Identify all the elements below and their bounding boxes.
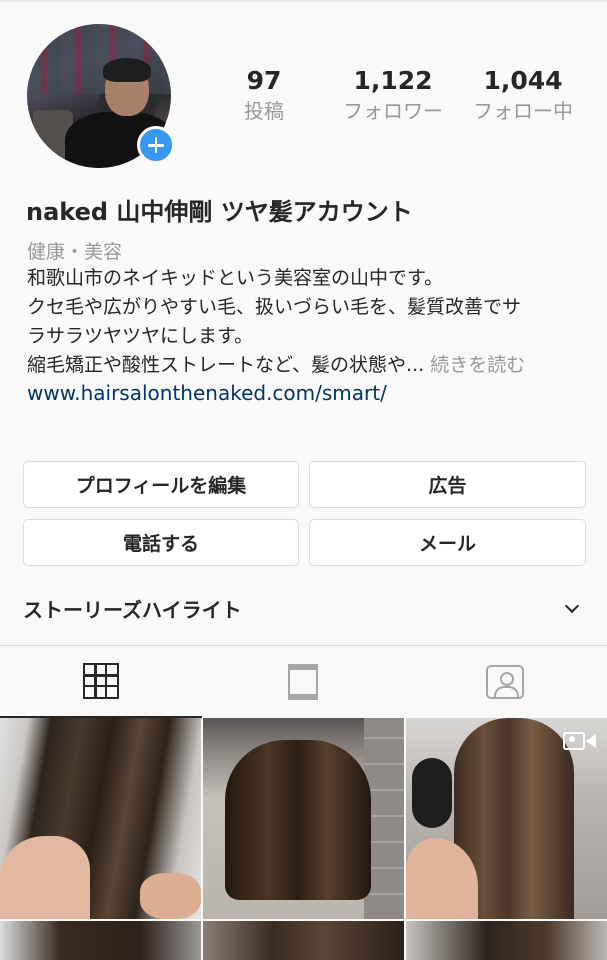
- bio-line-truncated: 縮毛矯正や酸性ストレートなど、髪の状態や... 続きを読む: [27, 351, 587, 380]
- stat-posts[interactable]: 97 投稿: [233, 66, 295, 125]
- tab-tagged[interactable]: [404, 646, 606, 718]
- photo-chair: [412, 758, 452, 828]
- avatar-person-hair: [103, 58, 151, 82]
- stat-following[interactable]: 1,044 フォロー中: [467, 66, 579, 125]
- photo-hand: [140, 873, 201, 919]
- story-highlights-label[interactable]: ストーリーズハイライト: [23, 594, 242, 623]
- post-thumbnail[interactable]: [0, 718, 201, 919]
- bio-line: ラサラツヤツヤにします。: [27, 325, 254, 347]
- followers-label: フォロワー: [343, 99, 443, 123]
- posts-count: 97: [246, 66, 282, 95]
- profile-category: 健康・美容: [27, 241, 123, 263]
- post-thumbnail[interactable]: [406, 921, 607, 960]
- post-thumbnail[interactable]: [203, 718, 404, 919]
- chevron-down-icon[interactable]: [564, 598, 580, 614]
- post-thumbnail[interactable]: [203, 921, 404, 960]
- followers-count: 1,122: [353, 66, 433, 95]
- add-story-plus-icon[interactable]: [137, 126, 175, 164]
- photo-hair: [225, 740, 371, 900]
- call-button[interactable]: 電話する: [23, 519, 299, 566]
- following-label: フォロー中: [473, 99, 573, 123]
- edit-profile-button[interactable]: プロフィールを編集: [23, 461, 299, 508]
- bio-line: 和歌山市のネイキッドという美容室の山中です。: [27, 267, 444, 289]
- bio-line: クセ毛や広がりやすい毛、扱いづらい毛を、髪質改善でサ: [27, 296, 522, 318]
- tagged-person-icon: [486, 665, 524, 699]
- avatar-background: [27, 24, 171, 94]
- feed-list-icon: [288, 664, 318, 700]
- tab-grid[interactable]: [0, 646, 202, 718]
- bio-line: 縮毛矯正や酸性ストレートなど、髪の状態や...: [27, 354, 425, 376]
- profile-tabs: [0, 645, 607, 718]
- profile-bio: 和歌山市のネイキッドという美容室の山中です。 クセ毛や広がりやすい毛、扱いづらい…: [27, 264, 587, 380]
- stat-followers[interactable]: 1,122 フォロワー: [336, 66, 450, 125]
- posts-label: 投稿: [244, 99, 284, 123]
- tab-feed[interactable]: [202, 646, 404, 718]
- photo-hand: [0, 836, 90, 919]
- following-count: 1,044: [483, 66, 563, 95]
- post-thumbnail[interactable]: [406, 718, 607, 919]
- post-thumbnail[interactable]: [0, 921, 201, 960]
- status-divider: [0, 0, 607, 2]
- read-more-link[interactable]: 続きを読む: [424, 354, 525, 376]
- grid-icon: [83, 663, 119, 699]
- profile-name: naked 山中伸剛 ツヤ髪アカウント: [26, 198, 413, 226]
- website-link[interactable]: www.hairsalonthenaked.com/smart/: [27, 381, 387, 405]
- email-button[interactable]: メール: [309, 519, 586, 566]
- ads-button[interactable]: 広告: [309, 461, 586, 508]
- video-camera-icon: [563, 730, 597, 752]
